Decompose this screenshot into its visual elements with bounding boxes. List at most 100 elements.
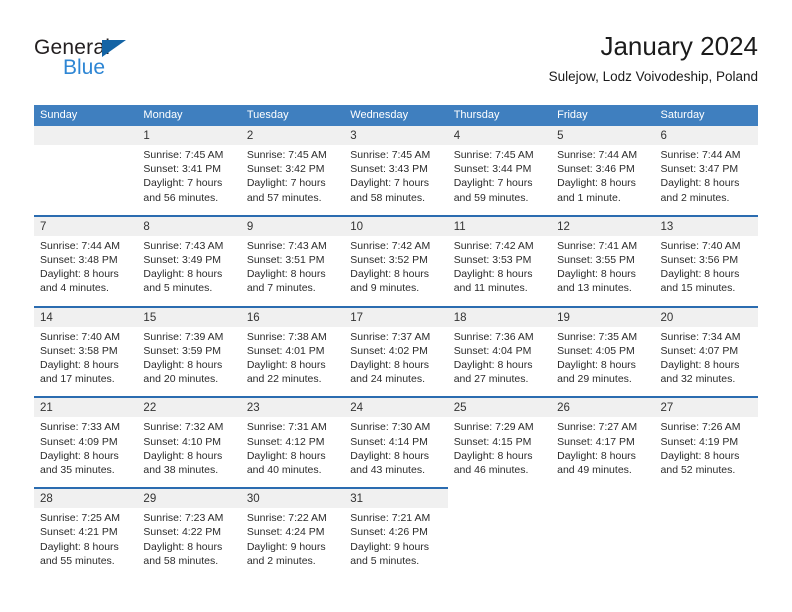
day-sunrise-line: Sunrise: 7:34 AM xyxy=(660,330,741,343)
day-number-cell[interactable]: 16 xyxy=(240,305,345,327)
day-sunset-line: Sunset: 4:19 PM xyxy=(660,435,739,448)
day-number-cell[interactable]: 11 xyxy=(447,214,552,236)
day-number-cell[interactable]: 1 xyxy=(137,126,241,145)
day-detail-cell[interactable]: Sunrise: 7:22 AM Sunset: 4:24 PM Daylight:… xyxy=(240,508,345,579)
day-detail-cell[interactable]: Sunrise: 7:25 AM Sunset: 4:21 PM Daylight:… xyxy=(34,508,138,579)
day-detail-cell[interactable]: Sunrise: 7:34 AM Sunset: 4:07 PM Daylight:… xyxy=(654,326,758,398)
day-daylight-line: and 1 minute. xyxy=(557,191,621,204)
day-daylight-line: and 17 minutes. xyxy=(40,373,115,386)
day-number-cell[interactable]: 4 xyxy=(447,126,552,145)
day-number-cell[interactable]: 20 xyxy=(654,305,758,327)
weekday-header-wednesday: Wednesday xyxy=(344,105,448,126)
day-number-cell[interactable]: 23 xyxy=(240,396,345,418)
day-daylight-line: Daylight: 8 hours xyxy=(557,449,636,462)
day-detail-cell[interactable]: Sunrise: 7:38 AM Sunset: 4:01 PM Daylight:… xyxy=(240,326,345,398)
calendar-table: Sunday Monday Tuesday Wednesday Thursday Frid… xyxy=(34,105,758,579)
day-sunset-line: Sunset: 3:59 PM xyxy=(143,344,222,357)
logo-text-blue: Blue xyxy=(63,56,106,79)
day-detail-cell[interactable]: Sunrise: 7:44 AM Sunset: 3:47 PM Daylight:… xyxy=(654,145,758,216)
day-sunrise-line: Sunrise: 7:29 AM xyxy=(453,421,534,434)
day-detail-cell[interactable]: Sunrise: 7:44 AM Sunset: 3:46 PM Daylight:… xyxy=(551,145,655,216)
day-sunrise-line: Sunrise: 7:44 AM xyxy=(40,239,120,252)
day-daylight-line: and 57 minutes. xyxy=(246,191,322,204)
day-number-cell[interactable]: 10 xyxy=(344,214,448,236)
day-detail-cell[interactable]: Sunrise: 7:45 AM Sunset: 3:42 PM Daylight:… xyxy=(240,145,345,216)
day-number-cell[interactable]: 18 xyxy=(447,305,552,327)
day-number-cell[interactable]: 31 xyxy=(344,487,448,509)
day-sunset-line: Sunset: 3:52 PM xyxy=(350,254,428,267)
day-detail-cell[interactable]: Sunrise: 7:23 AM Sunset: 4:22 PM Daylight:… xyxy=(137,508,241,579)
day-detail-cell[interactable]: Sunrise: 7:42 AM Sunset: 3:52 PM Daylight:… xyxy=(344,235,448,307)
day-detail-cell[interactable]: Sunrise: 7:33 AM Sunset: 4:09 PM Daylight:… xyxy=(34,417,138,489)
day-detail-cell[interactable]: Sunrise: 7:32 AM Sunset: 4:10 PM Daylight:… xyxy=(137,417,241,489)
day-number-cell[interactable]: 27 xyxy=(654,396,758,418)
day-detail-cell[interactable]: Sunrise: 7:42 AM Sunset: 3:53 PM Daylight:… xyxy=(447,235,552,307)
day-number-cell[interactable]: 22 xyxy=(137,396,241,418)
day-daylight-line: and 5 minutes. xyxy=(350,554,420,567)
day-cell-empty xyxy=(447,488,552,509)
day-number-cell[interactable]: 15 xyxy=(137,305,241,327)
general-blue-logo[interactable]: General Blue xyxy=(34,36,254,92)
day-number-cell[interactable]: 29 xyxy=(137,487,241,509)
day-daylight-line: Daylight: 8 hours xyxy=(557,177,636,190)
day-sunrise-line: Sunrise: 7:40 AM xyxy=(40,330,120,343)
weekday-header-thursday: Thursday xyxy=(447,105,552,126)
day-sunset-line: Sunset: 4:22 PM xyxy=(143,526,222,539)
day-detail-cell[interactable]: Sunrise: 7:40 AM Sunset: 3:58 PM Daylight:… xyxy=(34,326,138,398)
day-sunrise-line: Sunrise: 7:41 AM xyxy=(557,239,638,252)
day-sunset-line: Sunset: 4:02 PM xyxy=(350,344,428,357)
day-sunset-line: Sunset: 4:17 PM xyxy=(557,435,635,448)
weekday-header-saturday: Saturday xyxy=(654,105,758,126)
day-detail-cell[interactable]: Sunrise: 7:36 AM Sunset: 4:04 PM Daylight:… xyxy=(447,326,552,398)
day-daylight-line: and 11 minutes. xyxy=(453,282,528,295)
page-subtitle: Sulejow, Lodz Voivodeship, Poland xyxy=(548,69,758,84)
day-sunrise-line: Sunrise: 7:33 AM xyxy=(40,421,120,434)
day-number-cell[interactable]: 24 xyxy=(344,396,448,418)
day-sunset-line: Sunset: 4:07 PM xyxy=(660,344,739,357)
day-daylight-line: Daylight: 8 hours xyxy=(453,268,533,281)
day-detail-cell[interactable]: Sunrise: 7:43 AM Sunset: 3:51 PM Daylight:… xyxy=(240,235,345,307)
day-daylight-line: Daylight: 8 hours xyxy=(660,449,740,462)
day-number-cell[interactable]: 3 xyxy=(344,126,448,145)
day-sunrise-line: Sunrise: 7:39 AM xyxy=(143,330,224,343)
day-detail-cell[interactable]: Sunrise: 7:39 AM Sunset: 3:59 PM Daylight:… xyxy=(137,326,241,398)
day-detail-cell[interactable]: Sunrise: 7:43 AM Sunset: 3:49 PM Daylight:… xyxy=(137,235,241,307)
day-daylight-line: Daylight: 8 hours xyxy=(143,540,223,553)
day-number-cell[interactable]: 2 xyxy=(240,126,345,145)
day-detail-cell[interactable]: Sunrise: 7:37 AM Sunset: 4:02 PM Daylight:… xyxy=(344,326,448,398)
day-number-cell[interactable]: 8 xyxy=(137,214,241,236)
day-number-cell[interactable]: 30 xyxy=(240,487,345,509)
day-number-cell[interactable]: 25 xyxy=(447,396,552,418)
day-detail-cell[interactable]: Sunrise: 7:41 AM Sunset: 3:55 PM Daylight:… xyxy=(551,235,655,307)
day-detail-cell[interactable]: Sunrise: 7:21 AM Sunset: 4:26 PM Daylight:… xyxy=(344,508,448,579)
week-daynumber-row: 14 15 16 17 18 19 20 xyxy=(34,305,758,327)
day-number-cell[interactable]: 9 xyxy=(240,214,345,236)
day-detail-cell[interactable]: Sunrise: 7:44 AM Sunset: 3:48 PM Daylight:… xyxy=(34,235,138,307)
day-number-cell[interactable]: 17 xyxy=(344,305,448,327)
day-detail-cell[interactable]: Sunrise: 7:30 AM Sunset: 4:14 PM Daylight:… xyxy=(344,417,448,489)
day-number-cell[interactable]: 14 xyxy=(34,305,138,327)
day-detail-cell[interactable]: Sunrise: 7:45 AM Sunset: 3:44 PM Daylight:… xyxy=(447,145,552,216)
day-detail-cell[interactable]: Sunrise: 7:27 AM Sunset: 4:17 PM Daylight:… xyxy=(551,417,655,489)
day-detail-cell[interactable]: Sunrise: 7:35 AM Sunset: 4:05 PM Daylight:… xyxy=(551,326,655,398)
day-detail-cell[interactable]: Sunrise: 7:26 AM Sunset: 4:19 PM Daylight:… xyxy=(654,417,758,489)
day-number-cell[interactable]: 28 xyxy=(34,487,138,509)
day-number-cell[interactable]: 7 xyxy=(34,214,138,236)
day-sunrise-line: Sunrise: 7:44 AM xyxy=(660,149,741,161)
day-detail-cell[interactable]: Sunrise: 7:31 AM Sunset: 4:12 PM Daylight:… xyxy=(240,417,345,489)
day-detail-cell-empty xyxy=(551,508,655,579)
day-detail-cell[interactable]: Sunrise: 7:40 AM Sunset: 3:56 PM Daylight:… xyxy=(654,235,758,307)
day-number-cell[interactable]: 13 xyxy=(654,214,758,236)
day-number-cell[interactable]: 12 xyxy=(551,214,655,236)
day-number-cell[interactable]: 5 xyxy=(551,126,655,145)
day-sunset-line: Sunset: 3:43 PM xyxy=(350,163,428,176)
day-number-cell[interactable]: 19 xyxy=(551,305,655,327)
day-detail-cell[interactable]: Sunrise: 7:45 AM Sunset: 3:41 PM Daylight:… xyxy=(137,145,241,216)
day-detail-cell[interactable]: Sunrise: 7:29 AM Sunset: 4:15 PM Daylight:… xyxy=(447,417,552,489)
day-number-cell[interactable]: 26 xyxy=(551,396,655,418)
day-detail-cell[interactable]: Sunrise: 7:45 AM Sunset: 3:43 PM Daylight:… xyxy=(344,145,448,216)
day-sunrise-line: Sunrise: 7:32 AM xyxy=(143,421,224,434)
day-daylight-line: and 29 minutes. xyxy=(557,373,632,386)
day-number-cell[interactable]: 6 xyxy=(654,126,758,145)
day-number-cell[interactable]: 21 xyxy=(34,396,138,418)
